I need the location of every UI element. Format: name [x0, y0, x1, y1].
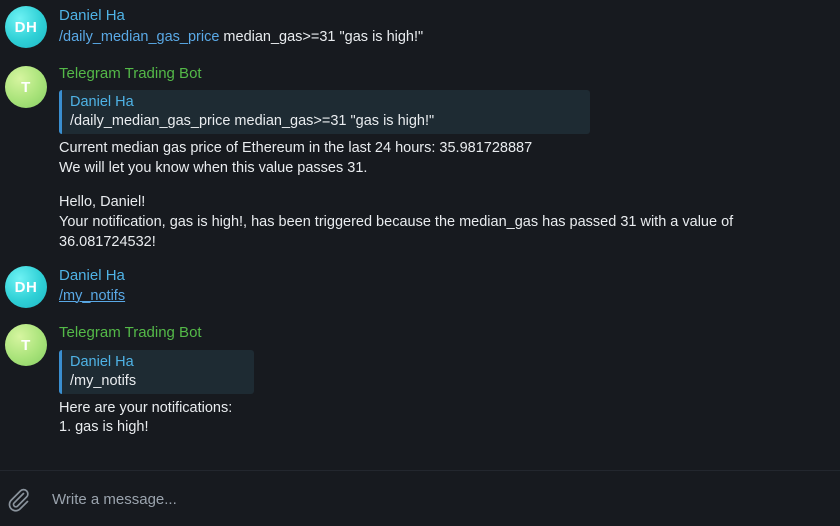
message-line: Your notification, gas is high!, has bee…: [59, 214, 734, 230]
message-bot: T Telegram Trading Bot Daniel Ha /my_not…: [0, 318, 840, 448]
message-line: We will let you know when this value pas…: [59, 160, 368, 176]
message-line: Current median gas price of Ethereum in …: [59, 140, 533, 156]
message-composer: [0, 470, 840, 526]
message-line: Hello, Daniel!: [59, 194, 146, 210]
avatar-initials: T: [21, 336, 31, 354]
message-line: 36.081724532!: [59, 234, 156, 250]
message-line: 1. gas is high!: [59, 419, 149, 435]
message-bot: T Telegram Trading Bot Daniel Ha /daily_…: [0, 60, 840, 260]
reply-quote-text: /my_notifs: [70, 373, 137, 389]
reply-quote-name: Daniel Ha: [70, 94, 134, 110]
sender-name[interactable]: Daniel Ha: [59, 267, 125, 284]
message-line: Here are your notifications:: [59, 400, 233, 416]
reply-quote-text: /daily_median_gas_price median_gas>=31 "…: [70, 113, 435, 129]
sender-name[interactable]: Daniel Ha: [59, 7, 125, 24]
reply-quote[interactable]: Daniel Ha /daily_median_gas_price median…: [59, 90, 590, 134]
message-user: DH Daniel Ha /daily_median_gas_price med…: [0, 0, 840, 60]
message-text: /daily_median_gas_price median_gas>=31 "…: [59, 29, 423, 45]
avatar-initials: DH: [14, 278, 38, 296]
avatar[interactable]: T: [5, 66, 47, 108]
command-link[interactable]: /daily_median_gas_price: [59, 29, 219, 45]
avatar-initials: T: [21, 78, 31, 96]
message-user: DH Daniel Ha /my_notifs: [0, 260, 840, 318]
avatar[interactable]: T: [5, 324, 47, 366]
chat-history: DH Daniel Ha /daily_median_gas_price med…: [0, 0, 840, 470]
avatar-initials: DH: [14, 18, 38, 36]
avatar[interactable]: DH: [5, 6, 47, 48]
message-input[interactable]: [52, 481, 812, 517]
sender-name[interactable]: Telegram Trading Bot: [59, 65, 202, 82]
paperclip-icon[interactable]: [4, 485, 32, 513]
message-text: /my_notifs: [59, 288, 125, 304]
avatar[interactable]: DH: [5, 266, 47, 308]
sender-name[interactable]: Telegram Trading Bot: [59, 324, 202, 341]
reply-quote-name: Daniel Ha: [70, 354, 134, 370]
reply-quote[interactable]: Daniel Ha /my_notifs: [59, 350, 254, 394]
message-args: median_gas>=31 "gas is high!": [219, 29, 424, 45]
command-link[interactable]: /my_notifs: [59, 288, 125, 304]
